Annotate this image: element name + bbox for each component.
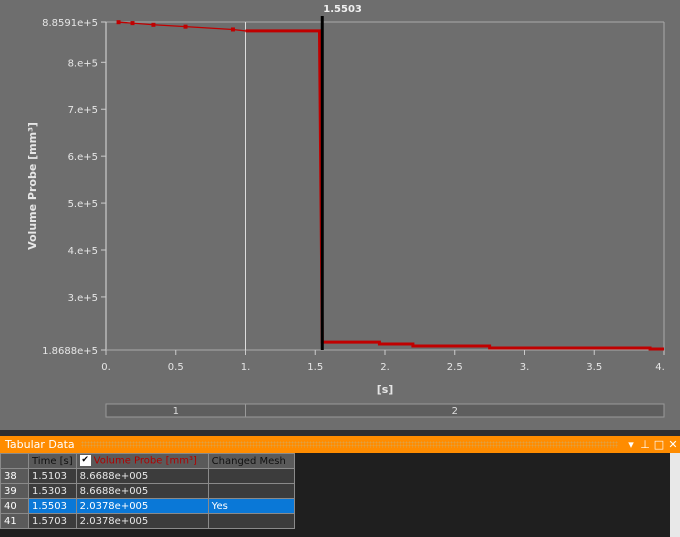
- x-tick-label: 0.5: [168, 362, 184, 373]
- close-icon[interactable]: ✕: [666, 438, 680, 451]
- cell-volume[interactable]: 2.0378e+005: [75, 513, 209, 529]
- pin-icon[interactable]: ⊥: [638, 438, 652, 451]
- x-tick-label: 3.: [520, 362, 530, 373]
- y-tick-label: 6.e+5: [68, 152, 98, 163]
- data-point: [151, 22, 156, 27]
- scrollbar[interactable]: [670, 453, 680, 537]
- x-tick-label: 1.5: [307, 362, 323, 373]
- checkbox-icon[interactable]: ✔: [79, 455, 91, 467]
- y-tick-label: 4.e+5: [68, 246, 98, 257]
- data-point: [183, 24, 188, 29]
- header-changed-mesh[interactable]: Changed Mesh: [207, 453, 295, 469]
- data-point: [116, 20, 121, 25]
- x-tick-label: 2.5: [447, 362, 463, 373]
- data-point: [230, 27, 235, 32]
- y-tick-label: 3.e+5: [68, 293, 98, 304]
- cell-volume[interactable]: 8.6688e+005: [75, 468, 209, 484]
- x-tick-label: 4.: [655, 362, 665, 373]
- y-tick-label: 5.e+5: [68, 199, 98, 210]
- cell-time[interactable]: 1.5103: [28, 468, 77, 484]
- table-row[interactable]: 39 1.5303 8.6688e+005: [0, 483, 295, 499]
- cell-volume[interactable]: 8.6688e+005: [75, 483, 209, 499]
- header-volume-label: Volume Probe [mm³]: [93, 455, 197, 467]
- step-bar: [105, 403, 665, 418]
- step-1-label: 1: [173, 406, 179, 417]
- x-tick-label: 2.: [380, 362, 390, 373]
- y-tick-label: 7.e+5: [68, 105, 98, 116]
- x-tick-label: 0.: [101, 362, 111, 373]
- y-tick-label: 1.8688e+5: [42, 346, 98, 357]
- corner-cell[interactable]: [0, 453, 29, 469]
- maximize-icon[interactable]: □: [652, 438, 666, 451]
- panel-title: Tabular Data: [5, 438, 75, 451]
- cell-time[interactable]: 1.5303: [28, 483, 77, 499]
- cell-changed-mesh[interactable]: [207, 513, 295, 529]
- x-tick-label: 1.: [241, 362, 251, 373]
- cell-time[interactable]: 1.5703: [28, 513, 77, 529]
- row-number[interactable]: 39: [0, 483, 29, 499]
- drag-grip[interactable]: [80, 441, 618, 448]
- row-number[interactable]: 38: [0, 468, 29, 484]
- table-row[interactable]: 40 1.5503 2.0378e+005 Yes: [0, 498, 295, 514]
- cursor-label: 1.5503: [323, 4, 362, 15]
- data-point: [130, 21, 135, 26]
- cell-changed-mesh[interactable]: [207, 468, 295, 484]
- y-tick-label: 8.8591e+5: [42, 18, 98, 29]
- header-volume-probe[interactable]: ✔ Volume Probe [mm³]: [75, 453, 209, 469]
- x-axis-label: [s]: [377, 383, 394, 396]
- tabular-data-header: Tabular Data ▾ ⊥ □ ✕: [0, 436, 680, 453]
- cell-volume[interactable]: 2.0378e+005: [75, 498, 209, 514]
- y-axis-label: Volume Probe [mm³]: [26, 122, 39, 250]
- tabular-data-grid: Time [s] ✔ Volume Probe [mm³] Changed Mes…: [0, 453, 670, 537]
- cell-changed-mesh[interactable]: [207, 483, 295, 499]
- cell-time[interactable]: 1.5503: [28, 498, 77, 514]
- step-2-label: 2: [452, 406, 458, 417]
- cell-changed-mesh[interactable]: Yes: [207, 498, 295, 514]
- volume-probe-chart: 8.8591e+5 8.e+5 7.e+5 6.e+5 5.e+5 4.e+5 3.e+5 1…: [0, 0, 680, 430]
- y-tick-label: 8.e+5: [68, 58, 98, 69]
- x-tick-label: 3.5: [586, 362, 602, 373]
- header-time[interactable]: Time [s]: [28, 453, 77, 469]
- table-row[interactable]: 41 1.5703 2.0378e+005: [0, 513, 295, 529]
- row-number[interactable]: 41: [0, 513, 29, 529]
- table-row[interactable]: 38 1.5103 8.6688e+005: [0, 468, 295, 484]
- dropdown-icon[interactable]: ▾: [624, 438, 638, 451]
- row-number[interactable]: 40: [0, 498, 29, 514]
